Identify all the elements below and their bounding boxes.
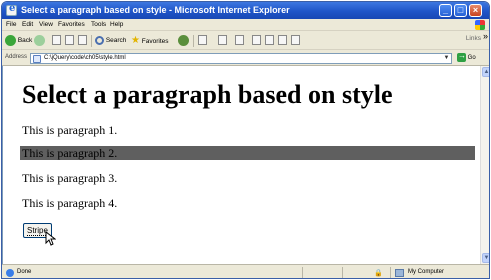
address-value: C:\jQuery\code\ch05\style.html — [44, 55, 126, 61]
links-button[interactable]: Links — [466, 31, 488, 42]
mouse-pointer-icon — [45, 231, 56, 246]
go-button[interactable]: Go — [457, 50, 487, 64]
search-icon — [95, 35, 104, 45]
discuss-button[interactable] — [265, 35, 274, 47]
menu-view[interactable]: View — [39, 21, 53, 28]
vertical-scrollbar[interactable]: ▲ ▼ — [480, 66, 489, 264]
favorites-button[interactable]: ★ Favorites — [131, 35, 169, 47]
address-input[interactable]: C:\jQuery\code\ch05\style.html ▼ — [30, 53, 452, 64]
chevron-down-icon[interactable]: ▼ — [442, 54, 451, 63]
menu-help[interactable]: Help — [110, 21, 123, 28]
back-button[interactable]: Back — [5, 35, 32, 47]
stop-icon — [52, 35, 61, 46]
page-viewport: Select a paragraph based on style This i… — [2, 66, 480, 264]
messenger-icon — [291, 35, 300, 46]
home-button[interactable] — [78, 35, 87, 47]
page-status-icon — [6, 269, 14, 277]
star-icon: ★ — [131, 35, 140, 46]
forward-arrow-icon — [34, 35, 45, 46]
discuss-icon — [265, 35, 274, 46]
title-bar: Select a paragraph based on style - Micr… — [2, 2, 489, 19]
page-icon — [33, 55, 41, 63]
status-divider — [342, 267, 343, 278]
mail-button[interactable] — [218, 35, 227, 47]
menu-tools[interactable]: Tools — [91, 21, 106, 28]
minimize-button[interactable]: _ — [439, 4, 452, 17]
menu-bar: File Edit View Favorites Tools Help — [2, 19, 489, 31]
address-bar: Address C:\jQuery\code\ch05\style.html ▼… — [2, 50, 489, 66]
menu-favorites[interactable]: Favorites — [58, 21, 85, 28]
stop-button[interactable] — [52, 35, 61, 47]
browser-window: Select a paragraph based on style - Micr… — [1, 1, 490, 279]
go-label: Go — [467, 55, 476, 62]
back-arrow-icon — [5, 35, 16, 46]
go-arrow-icon — [457, 50, 466, 62]
lock-icon: 🔒 — [374, 270, 383, 277]
ie-icon — [6, 3, 17, 16]
status-bar: Done 🔒 My Computer — [2, 264, 489, 278]
status-text: Done — [17, 269, 32, 275]
paragraph-1: This is paragraph 1. — [22, 123, 118, 137]
menu-edit[interactable]: Edit — [22, 21, 33, 28]
home-icon — [78, 35, 87, 46]
print-icon — [235, 35, 244, 46]
paragraph-2-highlighted: This is paragraph 2. — [20, 146, 475, 160]
research-icon — [278, 35, 287, 46]
search-label: Search — [105, 37, 127, 44]
history-icon — [198, 35, 207, 46]
print-button[interactable] — [235, 35, 244, 47]
window-title: Select a paragraph based on style - Micr… — [21, 5, 290, 15]
menu-file[interactable]: File — [6, 21, 16, 28]
status-divider — [302, 267, 303, 278]
research-button[interactable] — [278, 35, 287, 47]
mail-icon — [218, 35, 227, 46]
scroll-down-icon[interactable]: ▼ — [482, 253, 489, 263]
search-button[interactable]: Search — [95, 35, 126, 47]
zone-text: My Computer — [408, 269, 445, 275]
media-icon — [178, 35, 189, 46]
toolbar-separator — [193, 35, 194, 47]
scroll-up-icon[interactable]: ▲ — [482, 67, 489, 77]
forward-button[interactable] — [34, 35, 45, 47]
windows-logo-icon — [475, 20, 485, 30]
page-heading: Select a paragraph based on style — [22, 80, 393, 109]
computer-icon — [395, 269, 404, 277]
messenger-button[interactable] — [291, 35, 300, 47]
paragraph-3: This is paragraph 3. — [22, 171, 118, 185]
page-content: Select a paragraph based on style This i… — [3, 66, 480, 264]
paragraph-4: This is paragraph 4. — [22, 196, 118, 210]
media-button[interactable] — [178, 35, 189, 47]
favorites-label: Favorites — [141, 38, 169, 45]
maximize-button[interactable]: □ — [454, 4, 467, 17]
history-button[interactable] — [198, 35, 207, 47]
refresh-icon — [65, 35, 74, 46]
toolbar-separator — [91, 35, 92, 47]
status-divider — [390, 267, 391, 278]
edit-button[interactable] — [252, 35, 261, 47]
edit-icon — [252, 35, 261, 46]
close-button[interactable]: × — [469, 4, 482, 17]
refresh-button[interactable] — [65, 35, 74, 47]
address-label: Address — [5, 54, 28, 60]
toolbar: Back Search ★ Favorites Links » — [2, 31, 489, 50]
back-label: Back — [17, 37, 33, 45]
